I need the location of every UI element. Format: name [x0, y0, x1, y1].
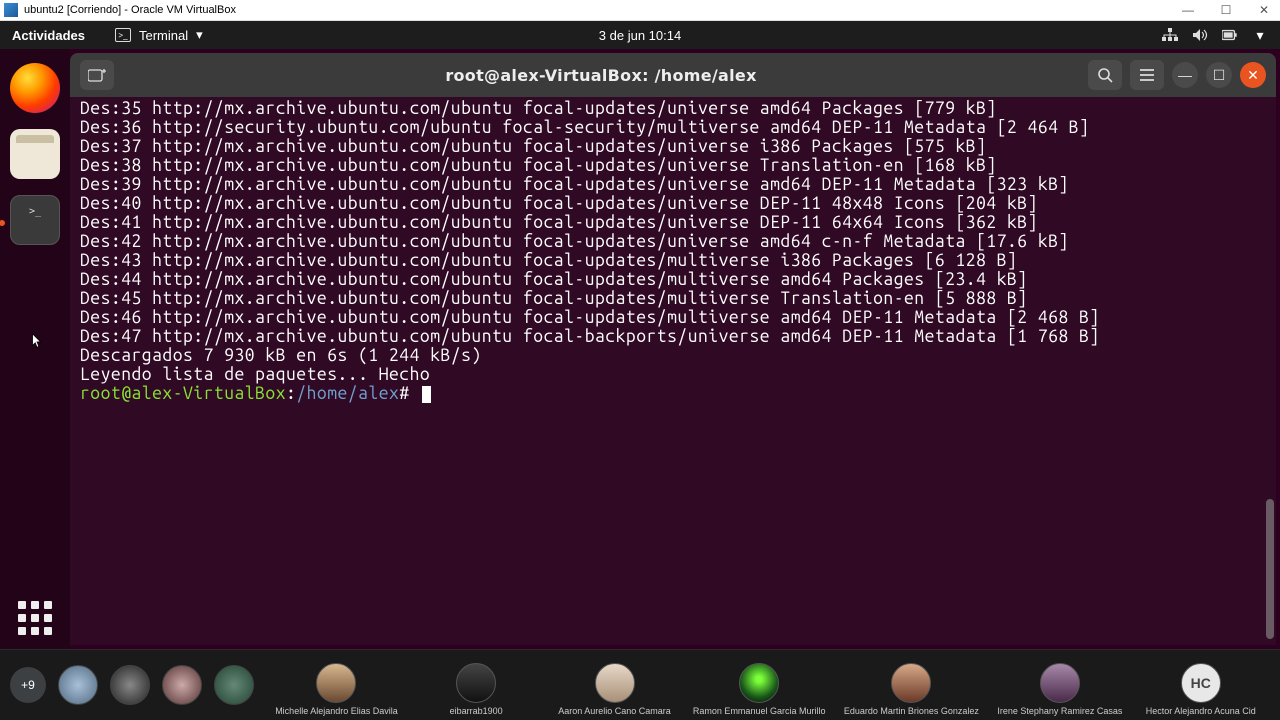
overflow-participants-badge[interactable]: +9: [10, 667, 46, 703]
window-maximize-button[interactable]: ☐: [1206, 62, 1232, 88]
network-icon: [1162, 27, 1178, 43]
host-window-title: ubuntu2 [Corriendo] - Oracle VM VirtualB…: [24, 4, 1180, 16]
terminal-title: root@alex-VirtualBox: /home/alex: [122, 66, 1080, 85]
participant[interactable]: Michelle Alejandro Elias Davila: [275, 663, 398, 716]
clock[interactable]: 3 de jun 10:14: [599, 28, 681, 43]
named-participants: Michelle Alejandro Elias Davila eibarrab…: [266, 650, 1270, 720]
participant-name: Ramon Emmanuel Garcia Murillo: [693, 706, 826, 716]
search-button[interactable]: [1088, 60, 1122, 90]
terminal-cursor: [422, 386, 431, 403]
participant-name: Eduardo Martin Briones Gonzalez: [844, 706, 979, 716]
guest-screen: Actividades >_ Terminal ▾ 3 de jun 10:14…: [0, 21, 1280, 649]
prompt-suffix: #: [399, 384, 409, 403]
window-minimize-button[interactable]: —: [1172, 62, 1198, 88]
avatar: [739, 663, 779, 703]
host-close-button[interactable]: ✕: [1256, 2, 1272, 18]
app-menu-terminal[interactable]: >_ Terminal ▾: [115, 27, 203, 43]
dock-firefox[interactable]: [10, 63, 60, 113]
terminal-output[interactable]: Des:35 http://mx.archive.ubuntu.com/ubun…: [70, 97, 1276, 645]
chevron-down-icon: ▾: [196, 27, 203, 43]
terminal-titlebar: root@alex-VirtualBox: /home/alex — ☐ ✕: [70, 53, 1276, 97]
show-applications-button[interactable]: [18, 601, 52, 635]
participant-name: Michelle Alejandro Elias Davila: [275, 706, 398, 716]
dock: >_: [0, 49, 70, 649]
hamburger-menu-button[interactable]: [1130, 60, 1164, 90]
avatar-initials: HC: [1181, 663, 1221, 703]
window-close-button[interactable]: ✕: [1240, 62, 1266, 88]
terminal-icon: >_: [115, 28, 131, 42]
host-window-controls: — ☐ ✕: [1180, 2, 1276, 18]
activities-button[interactable]: Actividades: [12, 28, 85, 43]
participant-name: eibarrab1900: [450, 706, 503, 716]
avatar[interactable]: [162, 665, 202, 705]
participant[interactable]: HC Hector Alejandro Acuna Cid: [1141, 663, 1261, 716]
app-menu-label: Terminal: [139, 28, 188, 43]
avatar[interactable]: [214, 665, 254, 705]
host-titlebar: ubuntu2 [Corriendo] - Oracle VM VirtualB…: [0, 0, 1280, 21]
dock-files[interactable]: [10, 129, 60, 179]
chevron-down-icon: ▾: [1252, 27, 1268, 43]
avatar: [316, 663, 356, 703]
battery-icon: [1222, 27, 1238, 43]
participant-name: Hector Alejandro Acuna Cid: [1146, 706, 1256, 716]
avatar: [456, 663, 496, 703]
participant[interactable]: Irene Stephany Ramirez Casas: [997, 663, 1122, 716]
dock-terminal[interactable]: >_: [10, 195, 60, 245]
system-tray[interactable]: ▾: [1162, 27, 1268, 43]
gnome-top-bar: Actividades >_ Terminal ▾ 3 de jun 10:14…: [0, 21, 1280, 49]
new-tab-button[interactable]: [80, 60, 114, 90]
avatar: [595, 663, 635, 703]
volume-icon: [1192, 27, 1208, 43]
avatar[interactable]: [110, 665, 150, 705]
terminal-window: root@alex-VirtualBox: /home/alex — ☐ ✕ D…: [70, 53, 1276, 645]
participant[interactable]: Aaron Aurelio Cano Camara: [555, 663, 675, 716]
virtualbox-icon: [4, 3, 18, 17]
host-maximize-button[interactable]: ☐: [1218, 2, 1234, 18]
prompt-user: root@alex-VirtualBox: [80, 384, 286, 403]
terminal-scrollbar[interactable]: [1264, 97, 1274, 639]
meeting-participants-bar: +9 Michelle Alejandro Elias Davila eibar…: [0, 649, 1280, 720]
prompt-path: /home/alex: [296, 384, 399, 403]
participant[interactable]: eibarrab1900: [416, 663, 536, 716]
participant-name: Aaron Aurelio Cano Camara: [558, 706, 671, 716]
avatar: [891, 663, 931, 703]
participant[interactable]: Ramon Emmanuel Garcia Murillo: [693, 663, 826, 716]
scrollbar-thumb[interactable]: [1266, 499, 1274, 639]
host-minimize-button[interactable]: —: [1180, 2, 1196, 18]
avatar[interactable]: [58, 665, 98, 705]
participant[interactable]: Eduardo Martin Briones Gonzalez: [844, 663, 979, 716]
avatar: [1040, 663, 1080, 703]
participant-name: Irene Stephany Ramirez Casas: [997, 706, 1122, 716]
